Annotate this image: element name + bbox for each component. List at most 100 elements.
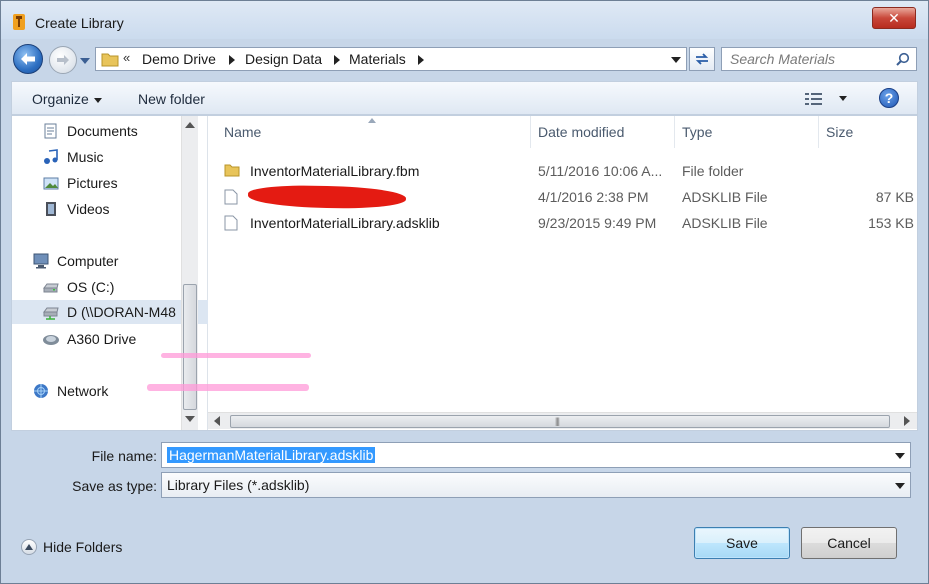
file-type: ADSKLIB File — [682, 189, 768, 205]
file-name: InventorMaterialLibrary.fbm — [250, 163, 420, 179]
nav-item-d-network-drive[interactable]: D (\\DORAN-M48 — [12, 300, 208, 324]
breadcrumb-demo-drive[interactable]: Demo Drive — [142, 51, 216, 67]
back-button[interactable] — [13, 44, 43, 74]
column-header-type[interactable]: Type — [682, 124, 712, 140]
music-icon — [44, 149, 58, 164]
browser-pane: Documents Music Pictures Videos Computer… — [11, 115, 918, 431]
file-icon — [224, 189, 238, 205]
search-box[interactable] — [721, 47, 917, 71]
folder-icon — [101, 53, 119, 67]
nav-item-label: Music — [67, 149, 104, 165]
file-row[interactable]: InventorMaterialLibrary.adsklib 9/23/201… — [218, 210, 914, 236]
window-title: Create Library — [35, 15, 124, 31]
column-divider[interactable] — [674, 116, 675, 148]
help-icon: ? — [884, 90, 894, 106]
file-size: 87 KB — [875, 189, 914, 205]
help-button[interactable]: ? — [879, 88, 899, 108]
chevron-down-icon[interactable] — [895, 483, 905, 489]
breadcrumb-materials[interactable]: Materials — [349, 51, 406, 67]
breadcrumb-design-data[interactable]: Design Data — [245, 51, 322, 67]
arrow-right-icon — [57, 55, 69, 65]
hide-folders-button[interactable]: Hide Folders — [21, 539, 122, 555]
documents-icon — [44, 123, 57, 139]
column-header-size[interactable]: Size — [826, 124, 853, 140]
organize-menu[interactable]: Organize — [32, 91, 102, 107]
file-size: 153 KB — [868, 215, 914, 231]
nav-vertical-scrollbar[interactable] — [181, 116, 198, 430]
file-name-value[interactable]: HagermanMaterialLibrary.adsklib — [167, 447, 376, 463]
close-icon: ✕ — [888, 9, 900, 26]
forward-button[interactable] — [49, 46, 77, 74]
refresh-button[interactable] — [689, 47, 715, 71]
nav-item-network[interactable]: Network — [32, 380, 108, 402]
nav-item-label: Pictures — [67, 175, 118, 191]
file-date: 9/23/2015 9:49 PM — [538, 215, 657, 231]
file-date: 4/1/2016 2:38 PM — [538, 189, 649, 205]
column-divider[interactable] — [530, 116, 531, 148]
nav-item-label: Videos — [67, 201, 110, 217]
file-name-field[interactable]: HagermanMaterialLibrary.adsklib — [161, 442, 911, 468]
nav-item-a360-drive[interactable]: A360 Drive — [42, 328, 136, 350]
breadcrumb-arrow-icon[interactable] — [334, 55, 340, 65]
address-bar[interactable]: « Demo Drive Design Data Materials — [95, 47, 687, 71]
file-icon — [224, 215, 238, 231]
chevron-up-icon — [21, 539, 37, 555]
pictures-icon — [43, 177, 59, 190]
network-drive-icon — [43, 307, 59, 320]
new-folder-button[interactable]: New folder — [138, 91, 205, 107]
organize-label: Organize — [32, 91, 89, 107]
refresh-icon — [695, 53, 709, 65]
column-header-date-modified[interactable]: Date modified — [538, 124, 624, 140]
nav-item-os-c[interactable]: OS (C:) — [42, 276, 114, 298]
computer-icon — [33, 253, 49, 269]
chevron-down-icon[interactable] — [895, 453, 905, 459]
save-as-type-select[interactable]: Library Files (*.adsklib) — [161, 472, 911, 498]
nav-item-computer[interactable]: Computer — [32, 250, 118, 272]
nav-item-label: OS (C:) — [67, 279, 115, 295]
network-icon — [34, 384, 48, 398]
overflow-chevron-icon[interactable]: « — [123, 50, 130, 65]
breadcrumb-arrow-icon[interactable] — [229, 55, 235, 65]
folder-icon — [224, 164, 240, 177]
command-bar: Organize New folder ? — [11, 81, 918, 115]
nav-item-label: A360 Drive — [67, 331, 137, 347]
file-type: ADSKLIB File — [682, 215, 768, 231]
search-input[interactable] — [730, 51, 890, 67]
address-dropdown-icon[interactable] — [671, 57, 681, 63]
grip-icon: ||| — [555, 416, 560, 426]
scroll-right-icon[interactable] — [904, 416, 910, 426]
change-view-button[interactable] — [804, 90, 850, 108]
scroll-down-icon[interactable] — [185, 416, 195, 422]
details-view-icon — [805, 93, 822, 105]
nav-item-videos[interactable]: Videos — [42, 198, 110, 220]
save-button[interactable]: Save — [694, 527, 790, 559]
file-row[interactable]: InventorMaterialLibrary.fbm 5/11/2016 10… — [218, 158, 914, 184]
save-as-type-label: Save as type: — [72, 478, 157, 494]
horizontal-scrollbar[interactable]: ||| — [208, 412, 917, 429]
sort-ascending-icon — [368, 118, 376, 123]
scroll-left-icon[interactable] — [214, 416, 220, 426]
close-button[interactable]: ✕ — [872, 7, 916, 29]
overlay-artifact — [147, 384, 309, 391]
column-divider[interactable] — [818, 116, 819, 148]
nav-scroll-thumb[interactable] — [183, 284, 197, 410]
arrow-left-icon — [21, 53, 35, 65]
inventor-app-icon — [13, 14, 25, 30]
nav-item-documents[interactable]: Documents — [42, 120, 138, 142]
nav-item-pictures[interactable]: Pictures — [42, 172, 118, 194]
nav-item-music[interactable]: Music — [42, 146, 104, 168]
column-header-name[interactable]: Name — [224, 124, 261, 140]
navigation-pane: Documents Music Pictures Videos Computer… — [12, 116, 208, 430]
chevron-down-icon — [839, 96, 847, 101]
file-list: Name Date modified Type Size InventorMat… — [208, 116, 917, 430]
horizontal-scroll-thumb[interactable]: ||| — [230, 415, 890, 428]
cancel-button[interactable]: Cancel — [801, 527, 897, 559]
cloud-drive-icon — [43, 335, 59, 345]
scroll-up-icon[interactable] — [185, 122, 195, 128]
nav-item-label: Documents — [67, 123, 138, 139]
file-date: 5/11/2016 10:06 A... — [538, 163, 663, 179]
nav-item-label: Computer — [57, 253, 119, 269]
recent-pages-dropdown[interactable] — [79, 56, 91, 66]
file-row[interactable]: 4/1/2016 2:38 PM ADSKLIB File 87 KB — [218, 184, 914, 210]
breadcrumb-arrow-icon[interactable] — [418, 55, 424, 65]
